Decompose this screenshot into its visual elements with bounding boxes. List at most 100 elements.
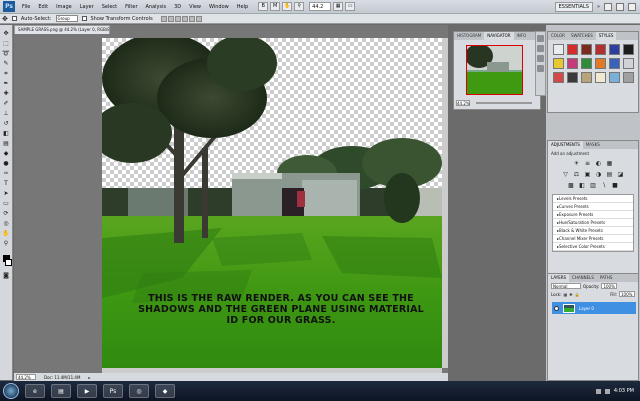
align-vcenter-icon[interactable] bbox=[167, 15, 174, 22]
visibility-eye-icon[interactable] bbox=[554, 305, 559, 311]
menu-image[interactable]: Image bbox=[52, 4, 76, 10]
style-swatch[interactable] bbox=[623, 44, 634, 55]
align-left-icon[interactable] bbox=[181, 15, 188, 22]
hand-icon[interactable]: ✋ bbox=[282, 2, 293, 11]
taskbar-ie-icon[interactable]: e bbox=[25, 384, 45, 398]
taskbar-media-icon[interactable]: ▶ bbox=[77, 384, 97, 398]
color-balance-icon[interactable]: ▣ bbox=[584, 171, 592, 178]
brushes-panel-icon[interactable] bbox=[537, 65, 544, 72]
preset-levels[interactable]: Levels Presets bbox=[553, 195, 633, 203]
gradient-tool-icon[interactable]: ▤ bbox=[2, 139, 11, 148]
menu-layer[interactable]: Layer bbox=[76, 4, 98, 10]
canvas[interactable]: THIS IS THE RAW RENDER. AS YOU CAN SEE T… bbox=[102, 38, 442, 368]
style-swatch[interactable] bbox=[567, 72, 578, 83]
document-tab[interactable]: SAMPLE GRASS.png @ 44.2% (Layer 0, RGB/8… bbox=[14, 25, 110, 34]
lasso-tool-icon[interactable]: ➰ bbox=[2, 49, 11, 58]
gradient-map-icon[interactable]: ∖ bbox=[600, 182, 608, 189]
align-hcenter-icon[interactable] bbox=[188, 15, 195, 22]
arrange-documents-icon[interactable]: ▦ bbox=[333, 2, 344, 11]
history-brush-tool-icon[interactable]: ↺ bbox=[2, 119, 11, 128]
tab-paths[interactable]: PATHS bbox=[597, 274, 616, 282]
layer-row[interactable]: Layer 0 bbox=[552, 302, 636, 314]
pen-tool-icon[interactable]: ✑ bbox=[2, 169, 11, 178]
actions-panel-icon[interactable] bbox=[537, 45, 544, 52]
menu-analysis[interactable]: Analysis bbox=[142, 4, 171, 10]
tab-layers[interactable]: LAYERS bbox=[548, 274, 570, 282]
tab-color[interactable]: COLOR bbox=[548, 32, 568, 40]
type-tool-icon[interactable]: T bbox=[2, 179, 11, 188]
background-color-swatch[interactable] bbox=[4, 259, 12, 266]
auto-select-dropdown[interactable]: Group bbox=[55, 15, 78, 22]
preset-exposure[interactable]: Exposure Presets bbox=[553, 211, 633, 219]
align-top-icon[interactable] bbox=[160, 15, 167, 22]
clone-stamp-tool-icon[interactable]: ⊥ bbox=[2, 109, 11, 118]
screen-mode-icon[interactable]: ▭ bbox=[345, 2, 356, 11]
quick-select-tool-icon[interactable]: ✎ bbox=[2, 59, 11, 68]
zoom-tool-icon[interactable]: ⚲ bbox=[2, 239, 11, 248]
workspace-menu-icon[interactable]: » bbox=[597, 4, 600, 10]
eyedropper-tool-icon[interactable]: ✒ bbox=[2, 79, 11, 88]
menu-window[interactable]: Window bbox=[205, 4, 233, 10]
style-swatch[interactable] bbox=[623, 72, 634, 83]
zoom-level-field[interactable]: 44.2 bbox=[309, 2, 332, 11]
menu-select[interactable]: Select bbox=[98, 4, 121, 10]
lock-pixels-icon[interactable]: ▦ bbox=[563, 292, 567, 297]
character-panel-icon[interactable] bbox=[537, 55, 544, 62]
move-tool-icon[interactable]: ✥ bbox=[2, 29, 11, 38]
align-bottom-icon[interactable] bbox=[174, 15, 181, 22]
opacity-field[interactable]: 100% bbox=[601, 283, 618, 289]
menu-edit[interactable]: Edit bbox=[34, 4, 52, 10]
align-right-icon[interactable] bbox=[195, 15, 202, 22]
hand-tool-icon[interactable]: ✋ bbox=[2, 229, 11, 238]
3d-rotate-tool-icon[interactable]: ⟳ bbox=[2, 209, 11, 218]
photo-filter-icon[interactable]: ▤ bbox=[606, 171, 614, 178]
style-swatch[interactable] bbox=[581, 58, 592, 69]
shape-tool-icon[interactable]: ▭ bbox=[2, 199, 11, 208]
style-swatch[interactable] bbox=[595, 72, 606, 83]
preset-curves[interactable]: Curves Presets bbox=[553, 203, 633, 211]
style-swatch[interactable] bbox=[609, 72, 620, 83]
fill-field[interactable]: 100% bbox=[619, 291, 635, 297]
channel-mixer-icon[interactable]: ◪ bbox=[617, 171, 625, 178]
show-transform-checkbox[interactable] bbox=[81, 16, 87, 21]
menu-3d[interactable]: 3D bbox=[170, 4, 185, 10]
blur-tool-icon[interactable]: ◆ bbox=[2, 149, 11, 158]
start-button[interactable] bbox=[3, 383, 19, 399]
tab-channels[interactable]: CHANNELS bbox=[569, 274, 597, 282]
menu-filter[interactable]: Filter bbox=[121, 4, 141, 10]
tray-volume-icon[interactable] bbox=[604, 388, 610, 394]
style-swatch[interactable] bbox=[553, 44, 564, 55]
taskbar-app-icon[interactable]: ◎ bbox=[129, 384, 149, 398]
crop-tool-icon[interactable]: ⌗ bbox=[2, 69, 11, 78]
mini-bridge-icon[interactable]: M bbox=[270, 2, 281, 11]
bridge-icon[interactable]: B bbox=[258, 2, 269, 11]
taskbar-photoshop-icon[interactable]: Ps bbox=[103, 384, 123, 398]
style-swatch[interactable] bbox=[581, 72, 592, 83]
brightness-contrast-icon[interactable]: ☀ bbox=[573, 160, 581, 167]
dodge-tool-icon[interactable]: ● bbox=[2, 159, 11, 168]
threshold-icon[interactable]: ▥ bbox=[589, 182, 597, 189]
status-arrow-icon[interactable]: ▸ bbox=[88, 375, 90, 380]
lock-all-icon[interactable]: 🔒 bbox=[575, 292, 580, 297]
lock-position-icon[interactable]: ✥ bbox=[569, 292, 572, 297]
history-panel-icon[interactable] bbox=[537, 35, 544, 42]
hue-saturation-icon[interactable]: ⚖ bbox=[573, 171, 581, 178]
tab-styles[interactable]: STYLES bbox=[595, 32, 617, 40]
style-swatch[interactable] bbox=[623, 58, 634, 69]
navigator-zoom-slider[interactable] bbox=[476, 102, 532, 104]
preset-hue-saturation[interactable]: Hue/Saturation Presets bbox=[553, 219, 633, 227]
tray-clock[interactable]: 4:03 PM bbox=[614, 388, 634, 394]
vertical-scrollbar[interactable] bbox=[442, 38, 448, 368]
tab-masks[interactable]: MASKS bbox=[583, 141, 603, 149]
workspace-essentials-button[interactable]: ESSENTIALS bbox=[554, 1, 593, 12]
preset-black-white[interactable]: Black & White Presets bbox=[553, 227, 633, 235]
style-swatch[interactable] bbox=[567, 58, 578, 69]
navigator-zoom-field[interactable]: 44.2% bbox=[456, 100, 470, 106]
tab-swatches[interactable]: SWATCHES bbox=[568, 32, 596, 40]
eraser-tool-icon[interactable]: ◧ bbox=[2, 129, 11, 138]
black-white-icon[interactable]: ◑ bbox=[595, 171, 603, 178]
taskbar-explorer-icon[interactable]: ▤ bbox=[51, 384, 71, 398]
vibrance-icon[interactable]: ▽ bbox=[562, 171, 570, 178]
curves-icon[interactable]: ◐ bbox=[595, 160, 603, 167]
status-zoom-field[interactable]: 44.2% bbox=[16, 374, 36, 380]
